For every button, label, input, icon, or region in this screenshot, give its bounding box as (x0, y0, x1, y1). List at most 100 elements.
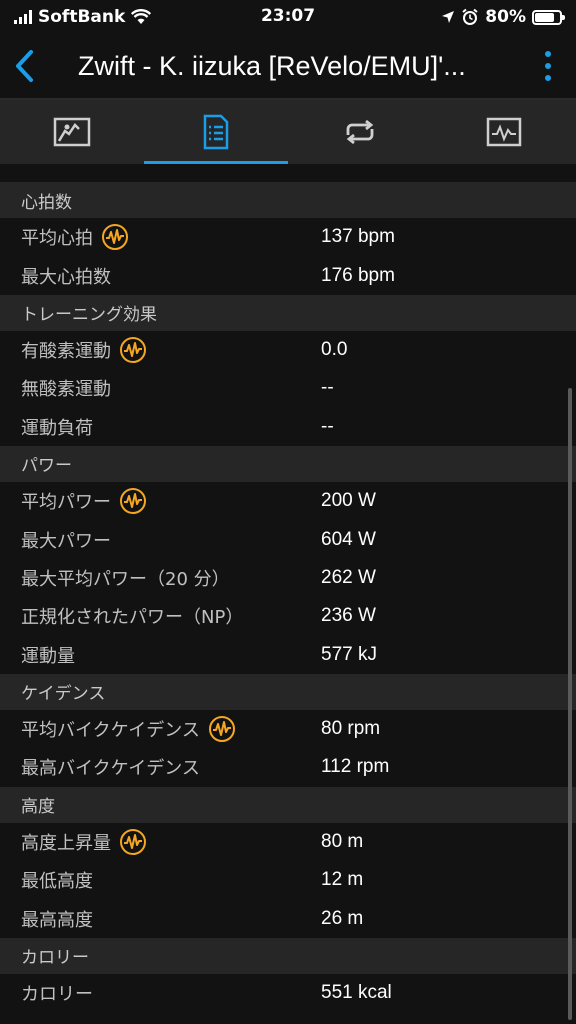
previous-section-peek (0, 164, 576, 182)
status-bar: SoftBank 23:07 80% (0, 0, 576, 34)
document-icon (203, 114, 229, 150)
stat-label: 有酸素運動 (21, 340, 111, 362)
stat-value: 551 kcal (321, 982, 392, 1004)
section-header: パワー (0, 445, 576, 482)
section-header: 高度 (0, 786, 576, 823)
stat-value: 112 rpm (321, 756, 390, 778)
stat-value: 80 m (321, 830, 364, 852)
stat-label: 最低高度 (21, 871, 93, 893)
stat-row: 平均バイクケイデンス 80 rpm (0, 710, 576, 748)
stat-value: 0.0 (321, 338, 348, 360)
stat-label: 運動負荷 (21, 417, 93, 439)
stat-value: 604 W (321, 528, 376, 550)
stat-value: 137 bpm (321, 226, 395, 248)
stat-value: -- (321, 377, 334, 399)
stat-label-cell: 最高高度 (0, 906, 300, 932)
status-right: 80% (441, 7, 565, 27)
stat-label: 平均心拍 (21, 228, 93, 250)
section-header: ケイデンス (0, 673, 576, 710)
map-icon (53, 117, 91, 147)
stat-label-cell: 平均心拍 (0, 223, 300, 251)
page-title: Zwift - K. iizuka [ReVelo/EMU]'... (78, 50, 466, 81)
stat-row: 最大平均パワー（20 分） 262 W (0, 559, 576, 597)
stat-label: 最大心拍数 (21, 266, 111, 288)
status-left: SoftBank (14, 7, 152, 27)
stat-label-cell: カロリー (0, 980, 300, 1006)
stat-row: 高度上昇量 80 m (0, 823, 576, 861)
section-header: トレーニング効果 (0, 294, 576, 331)
stat-label-cell: 運動負荷 (0, 414, 300, 440)
tab-details[interactable] (144, 100, 288, 164)
stat-label-cell: 最大平均パワー（20 分） (0, 565, 300, 591)
stat-label-cell: 最大心拍数 (0, 263, 300, 289)
carrier-name: SoftBank (38, 7, 126, 27)
stat-row: 正規化されたパワー（NP） 236 W (0, 597, 576, 635)
title-bar: Zwift - K. iizuka [ReVelo/EMU]'... (0, 34, 576, 98)
pulse-badge-icon (120, 828, 146, 855)
tab-laps[interactable] (288, 100, 432, 164)
chevron-left-icon (16, 50, 33, 82)
stat-label-cell: 最大パワー (0, 527, 300, 553)
stat-row: 有酸素運動 0.0 (0, 331, 576, 369)
stat-row: 最高高度 26 m (0, 899, 576, 937)
location-arrow-icon (442, 11, 455, 23)
more-dot (545, 75, 551, 81)
stat-value: 26 m (321, 907, 364, 929)
stat-value: -- (321, 415, 334, 437)
stat-label-cell: 有酸素運動 (0, 336, 300, 364)
stat-label: 最高高度 (21, 909, 93, 931)
stat-label: 最高バイクケイデンス (21, 758, 200, 780)
stat-label: 平均バイクケイデンス (21, 720, 200, 742)
stat-label: 最大パワー (21, 530, 111, 552)
stat-label-cell: 平均バイクケイデンス (0, 715, 300, 743)
stat-label: 無酸素運動 (21, 379, 111, 401)
pulse-badge-icon (102, 224, 128, 251)
stat-row: カロリー 551 kcal (0, 974, 576, 1012)
more-dot (545, 51, 551, 57)
stat-row: 運動負荷 -- (0, 408, 576, 446)
stat-row: 平均心拍 137 bpm (0, 218, 576, 256)
stat-label: 高度上昇量 (21, 832, 111, 854)
stat-label: カロリー (21, 984, 93, 1006)
more-dot (545, 63, 551, 69)
stat-value: 80 rpm (321, 718, 381, 740)
chart-icon (486, 117, 522, 147)
stat-value: 262 W (321, 566, 376, 588)
stat-row: 最低高度 12 m (0, 861, 576, 899)
stat-row: 平均パワー 200 W (0, 482, 576, 520)
stat-value: 176 bpm (321, 264, 395, 286)
stat-label-cell: 高度上昇量 (0, 828, 300, 856)
pulse-badge-icon (120, 488, 146, 515)
stat-label-cell: 最高バイクケイデンス (0, 754, 300, 780)
battery-percent: 80% (485, 7, 526, 27)
stat-label-cell: 無酸素運動 (0, 375, 300, 401)
wifi-icon (131, 9, 152, 24)
stat-label-cell: 最低高度 (0, 867, 300, 893)
stat-label: 正規化されたパワー（NP） (21, 607, 244, 629)
back-button[interactable] (0, 34, 48, 98)
stat-label-cell: 運動量 (0, 642, 300, 668)
stat-label: 平均パワー (21, 492, 111, 514)
stat-label-cell: 平均パワー (0, 487, 300, 515)
pulse-badge-icon (120, 336, 146, 363)
scrollbar[interactable] (568, 388, 572, 1020)
stat-row: 運動量 577 kJ (0, 636, 576, 674)
stat-row: 最大心拍数 176 bpm (0, 256, 576, 294)
alarm-clock-icon (462, 8, 478, 25)
stat-value: 236 W (321, 605, 376, 627)
tab-charts[interactable] (432, 100, 576, 164)
signal-icon (14, 10, 32, 24)
more-options-button[interactable] (520, 34, 576, 98)
stat-value: 12 m (321, 869, 364, 891)
stat-value: 577 kJ (321, 643, 377, 665)
pulse-badge-icon (208, 716, 235, 743)
stat-row: 最高バイクケイデンス 112 rpm (0, 748, 576, 786)
details-list[interactable]: 心拍数 平均心拍 137 bpm 最大心拍数 176 bpm トレーニング効果 有酸素運動… (0, 164, 576, 1024)
stat-label-cell: 正規化されたパワー（NP） (0, 603, 300, 629)
tab-map[interactable] (0, 100, 144, 164)
section-header: 心拍数 (0, 182, 576, 218)
repeat-icon (346, 119, 374, 145)
tab-bar (0, 100, 576, 164)
stat-label: 最大平均パワー（20 分） (21, 568, 230, 590)
stat-label: 運動量 (21, 645, 75, 667)
